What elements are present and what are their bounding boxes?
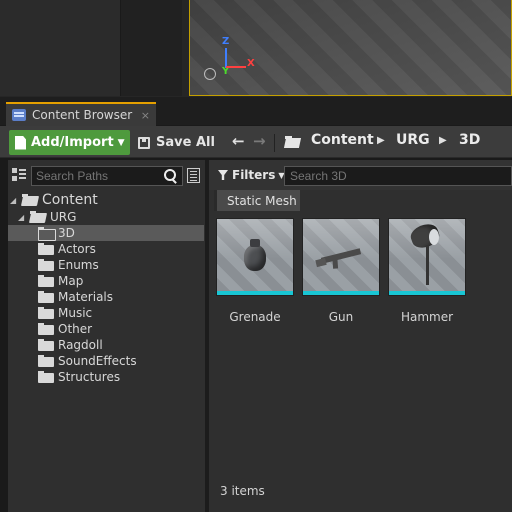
tree-item-label: Actors bbox=[58, 242, 96, 256]
content-browser-toolbar: Add/Import ▼ Save All ← → Content ▶ URG … bbox=[0, 126, 512, 158]
items-count: 3 items bbox=[220, 484, 265, 498]
forward-arrow-icon[interactable]: → bbox=[253, 132, 266, 150]
add-import-label: Add/Import bbox=[31, 135, 114, 150]
editor-top-area: Z Y X bbox=[0, 0, 512, 97]
asset-tile-hammer[interactable] bbox=[388, 218, 466, 296]
breadcrumb-separator-icon[interactable]: ▶ bbox=[377, 135, 385, 146]
tab-content-browser[interactable]: Content Browser × bbox=[6, 102, 156, 126]
folder-icon bbox=[38, 307, 54, 319]
tree-item-enums[interactable]: Enums bbox=[38, 257, 99, 273]
tree-item-label: Music bbox=[58, 306, 93, 320]
asset-label[interactable]: Hammer bbox=[387, 310, 467, 324]
asset-view bbox=[209, 160, 512, 512]
hammer-face-shape bbox=[429, 229, 439, 245]
expanded-triangle-icon[interactable]: ◢ bbox=[10, 196, 20, 205]
folder-icon bbox=[38, 323, 54, 335]
tree-item-label: Structures bbox=[58, 370, 121, 384]
filters-label: Filters bbox=[232, 168, 276, 182]
save-all-label: Save All bbox=[156, 135, 215, 150]
level-viewport[interactable]: Z Y X bbox=[189, 0, 512, 96]
add-import-button[interactable]: Add/Import ▼ bbox=[9, 130, 130, 155]
tree-item-label: Other bbox=[58, 322, 93, 336]
folder-icon bbox=[38, 355, 54, 367]
tree-item-actors[interactable]: Actors bbox=[38, 241, 96, 257]
tree-item-label: SoundEffects bbox=[58, 354, 137, 368]
asset-type-color-bar bbox=[217, 291, 293, 295]
folder-icon bbox=[38, 339, 54, 351]
expanded-triangle-icon[interactable]: ◢ bbox=[18, 213, 28, 222]
gizmo-origin-icon bbox=[204, 68, 216, 80]
filter-icon bbox=[218, 170, 228, 180]
new-document-icon bbox=[15, 135, 26, 150]
asset-thumbnail bbox=[389, 219, 465, 292]
toggle-sources-icon[interactable] bbox=[12, 168, 26, 182]
search-icon[interactable] bbox=[163, 168, 177, 184]
folder-icon bbox=[38, 227, 56, 241]
grenade-mesh-icon bbox=[244, 239, 266, 271]
tree-item-label: Ragdoll bbox=[58, 338, 103, 352]
toolbar-divider bbox=[274, 134, 275, 152]
breadcrumb-content[interactable]: Content bbox=[311, 132, 374, 148]
tree-item-label: Materials bbox=[58, 290, 114, 304]
chevron-down-icon: ▼ bbox=[117, 137, 125, 148]
folder-icon bbox=[38, 243, 54, 255]
save-icon bbox=[138, 136, 150, 149]
save-all-button[interactable]: Save All bbox=[138, 130, 215, 155]
back-arrow-icon[interactable]: ← bbox=[232, 132, 245, 150]
asset-thumbnail bbox=[303, 219, 379, 292]
tree-item-label: 3D bbox=[58, 226, 75, 240]
asset-tile-grenade[interactable] bbox=[216, 218, 294, 296]
tree-item-content[interactable]: ◢ Content bbox=[10, 192, 98, 208]
details-panel-area bbox=[0, 0, 120, 96]
asset-label[interactable]: Grenade bbox=[215, 310, 295, 324]
axis-x-label: X bbox=[247, 58, 255, 69]
tree-item-urg[interactable]: ◢ URG bbox=[18, 209, 76, 225]
folder-icon bbox=[38, 371, 54, 383]
close-icon[interactable]: × bbox=[141, 109, 150, 122]
filter-chip-static-mesh[interactable]: Static Mesh bbox=[214, 190, 300, 211]
tree-item-soundeffects[interactable]: SoundEffects bbox=[38, 353, 137, 369]
folder-open-icon bbox=[22, 194, 38, 206]
tree-item-label: URG bbox=[50, 210, 77, 224]
search-paths-input[interactable] bbox=[31, 166, 183, 186]
tree-item-label: Content bbox=[42, 192, 98, 208]
folder-open-icon[interactable] bbox=[285, 136, 301, 148]
folder-icon bbox=[38, 275, 54, 287]
folder-icon bbox=[38, 291, 54, 303]
tree-item-map[interactable]: Map bbox=[38, 273, 83, 289]
view-options-icon[interactable] bbox=[187, 168, 200, 183]
tree-item-label: Map bbox=[58, 274, 84, 288]
content-browser-icon bbox=[12, 109, 26, 121]
asset-type-color-bar bbox=[303, 291, 379, 295]
asset-type-color-bar bbox=[389, 291, 465, 295]
filters-button[interactable]: Filters ▼ bbox=[218, 168, 285, 182]
folder-open-icon bbox=[30, 211, 46, 223]
transform-gizmo-x-axis bbox=[226, 66, 246, 68]
tree-item-label: Enums bbox=[58, 258, 99, 272]
tree-item-music[interactable]: Music bbox=[38, 305, 92, 321]
tree-item-ragdoll[interactable]: Ragdoll bbox=[38, 337, 103, 353]
tree-item-materials[interactable]: Materials bbox=[38, 289, 113, 305]
asset-tile-gun[interactable] bbox=[302, 218, 380, 296]
hammer-handle-shape bbox=[426, 245, 429, 285]
gun-mesh-icon bbox=[320, 248, 362, 264]
transform-gizmo-icon bbox=[225, 48, 227, 68]
breadcrumb-urg[interactable]: URG bbox=[396, 132, 430, 148]
folder-icon bbox=[38, 259, 54, 271]
search-assets-input[interactable] bbox=[284, 166, 512, 186]
axis-z-label: Z bbox=[222, 36, 230, 47]
tree-item-other[interactable]: Other bbox=[38, 321, 92, 337]
breadcrumb-3d[interactable]: 3D bbox=[459, 132, 480, 148]
asset-thumbnail bbox=[217, 219, 293, 292]
tree-item-3d[interactable]: 3D bbox=[38, 225, 75, 241]
side-panel-area bbox=[120, 0, 182, 96]
tab-label: Content Browser bbox=[32, 108, 133, 122]
asset-label[interactable]: Gun bbox=[301, 310, 381, 324]
tree-item-structures[interactable]: Structures bbox=[38, 369, 120, 385]
breadcrumb-separator-icon[interactable]: ▶ bbox=[439, 135, 447, 146]
